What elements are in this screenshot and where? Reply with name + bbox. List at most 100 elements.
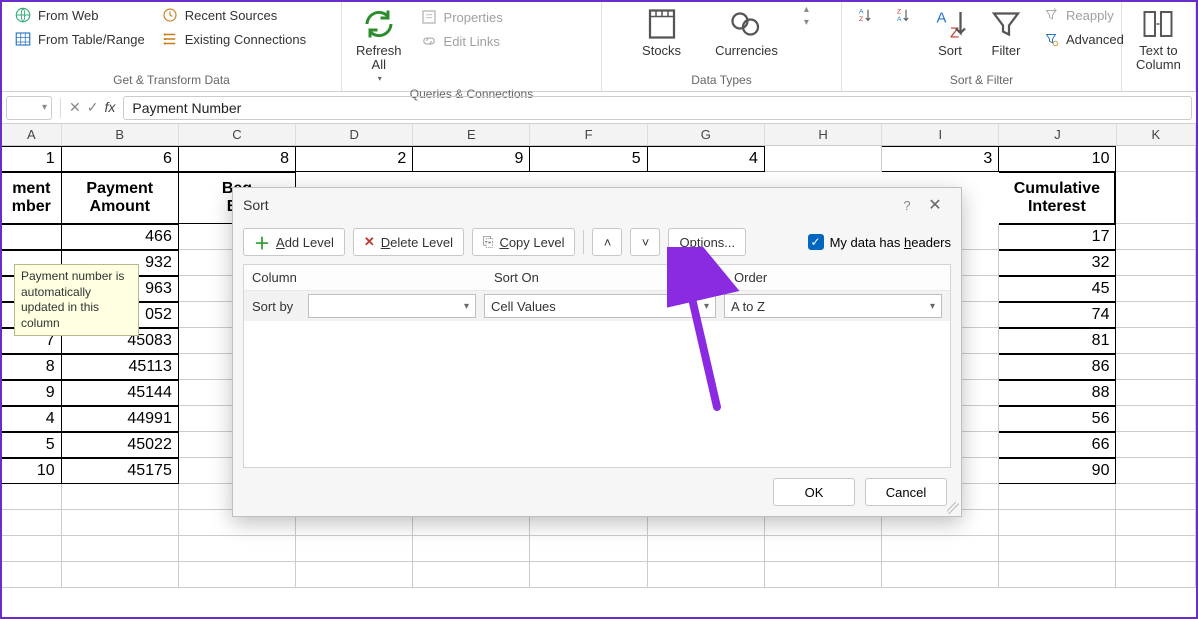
cell[interactable] xyxy=(1116,224,1196,250)
add-level-button[interactable]: ＋Add Level xyxy=(243,228,345,256)
cell[interactable] xyxy=(882,562,999,588)
cell[interactable] xyxy=(2,484,62,510)
resize-grip-icon[interactable] xyxy=(947,502,959,514)
cell[interactable] xyxy=(1116,146,1196,172)
cell[interactable]: 9 xyxy=(413,146,530,172)
cell[interactable] xyxy=(530,562,647,588)
cell[interactable]: 45113 xyxy=(62,354,179,380)
cell[interactable] xyxy=(1116,276,1196,302)
close-icon[interactable]: ✕ xyxy=(919,195,951,215)
edit-links-button[interactable]: Edit Links xyxy=(414,30,509,52)
cell[interactable] xyxy=(1116,536,1196,562)
col-header[interactable]: I xyxy=(882,124,999,145)
ok-button[interactable]: OK xyxy=(773,478,855,506)
name-box[interactable]: ▾ xyxy=(6,96,52,120)
dialog-titlebar[interactable]: Sort ? ✕ xyxy=(233,188,961,222)
cell[interactable] xyxy=(765,146,882,172)
text-to-columns-button[interactable]: Text to Column xyxy=(1128,4,1189,75)
cell[interactable] xyxy=(296,562,413,588)
col-header[interactable]: D xyxy=(296,124,413,145)
col-header[interactable]: F xyxy=(530,124,647,145)
cell[interactable]: 1 xyxy=(2,146,62,172)
cancel-button[interactable]: Cancel xyxy=(865,478,947,506)
cell[interactable]: 66 xyxy=(999,432,1116,458)
cell[interactable]: 10 xyxy=(2,458,62,484)
cell[interactable]: 5 xyxy=(2,432,62,458)
cell[interactable] xyxy=(999,484,1116,510)
sort-button[interactable]: AZ Sort xyxy=(924,4,976,60)
cell[interactable] xyxy=(765,562,882,588)
cell[interactable] xyxy=(1116,302,1196,328)
cell[interactable]: 3 xyxy=(882,146,999,172)
cell[interactable] xyxy=(648,562,765,588)
cell[interactable] xyxy=(413,536,530,562)
cell[interactable] xyxy=(999,562,1116,588)
enter-formula-icon[interactable]: ✓ xyxy=(87,99,99,116)
sortby-select[interactable]: ▾ xyxy=(308,294,476,318)
cell[interactable] xyxy=(1116,432,1196,458)
cell[interactable] xyxy=(1116,380,1196,406)
recent-sources-button[interactable]: Recent Sources xyxy=(155,4,312,26)
cell[interactable] xyxy=(62,484,179,510)
cell[interactable]: 90 xyxy=(999,458,1116,484)
from-web-button[interactable]: From Web xyxy=(8,4,151,26)
headers-checkbox[interactable]: ✓ My data has headers xyxy=(808,234,951,250)
cell[interactable] xyxy=(1116,406,1196,432)
cell[interactable]: 5 xyxy=(530,146,647,172)
help-icon[interactable]: ? xyxy=(895,198,919,213)
cell[interactable] xyxy=(1116,510,1196,536)
options-button[interactable]: Options... xyxy=(668,228,746,256)
cell[interactable]: 9 xyxy=(2,380,62,406)
cell[interactable] xyxy=(62,562,179,588)
advanced-button[interactable]: Advanced xyxy=(1036,28,1130,50)
refresh-all-button[interactable]: Refresh All ▾ xyxy=(348,4,410,85)
cell[interactable] xyxy=(530,536,647,562)
col-header[interactable]: E xyxy=(413,124,530,145)
cell[interactable] xyxy=(648,536,765,562)
cell[interactable] xyxy=(413,562,530,588)
cell[interactable]: 4 xyxy=(2,406,62,432)
col-header[interactable]: C xyxy=(179,124,296,145)
cell[interactable] xyxy=(1116,458,1196,484)
filter-button[interactable]: Filter xyxy=(980,4,1032,60)
cell[interactable]: 17 xyxy=(999,224,1116,250)
from-table-button[interactable]: From Table/Range xyxy=(8,28,151,50)
cell[interactable]: 466 xyxy=(62,224,179,250)
cell[interactable] xyxy=(296,536,413,562)
delete-level-button[interactable]: ✕Delete Level xyxy=(353,228,464,256)
existing-connections-button[interactable]: Existing Connections xyxy=(155,28,312,50)
col-header[interactable]: J xyxy=(999,124,1116,145)
move-up-button[interactable]: ˄ xyxy=(592,228,622,256)
col-header[interactable]: K xyxy=(1117,124,1196,145)
sorton-select[interactable]: Cell Values▾ xyxy=(484,294,716,318)
cell[interactable] xyxy=(2,536,62,562)
cell[interactable] xyxy=(999,536,1116,562)
cell[interactable] xyxy=(179,562,296,588)
cell[interactable]: 4 xyxy=(648,146,765,172)
cell[interactable]: 88 xyxy=(999,380,1116,406)
cell[interactable] xyxy=(1116,172,1196,224)
cell[interactable]: 45022 xyxy=(62,432,179,458)
cell[interactable]: 8 xyxy=(179,146,296,172)
cell[interactable] xyxy=(2,224,62,250)
cell[interactable]: 56 xyxy=(999,406,1116,432)
cell[interactable] xyxy=(2,510,62,536)
order-select[interactable]: A to Z▾ xyxy=(724,294,942,318)
col-header[interactable]: B xyxy=(62,124,179,145)
chevron-down-icon[interactable]: ▾ xyxy=(804,17,809,28)
formula-input[interactable]: Payment Number xyxy=(123,96,1192,120)
reapply-button[interactable]: Reapply xyxy=(1036,4,1130,26)
cell[interactable] xyxy=(882,536,999,562)
move-down-button[interactable]: ˅ xyxy=(630,228,660,256)
cell[interactable] xyxy=(1116,484,1196,510)
chevron-up-icon[interactable]: ▴ xyxy=(804,4,809,15)
cell[interactable] xyxy=(1116,354,1196,380)
cell[interactable] xyxy=(62,510,179,536)
cell[interactable] xyxy=(999,510,1116,536)
cell[interactable]: 86 xyxy=(999,354,1116,380)
cell[interactable]: 8 xyxy=(2,354,62,380)
currencies-button[interactable]: Currencies xyxy=(707,4,786,60)
cell[interactable] xyxy=(62,536,179,562)
cell[interactable]: 45144 xyxy=(62,380,179,406)
sort-az-button[interactable]: AZ xyxy=(848,4,882,26)
